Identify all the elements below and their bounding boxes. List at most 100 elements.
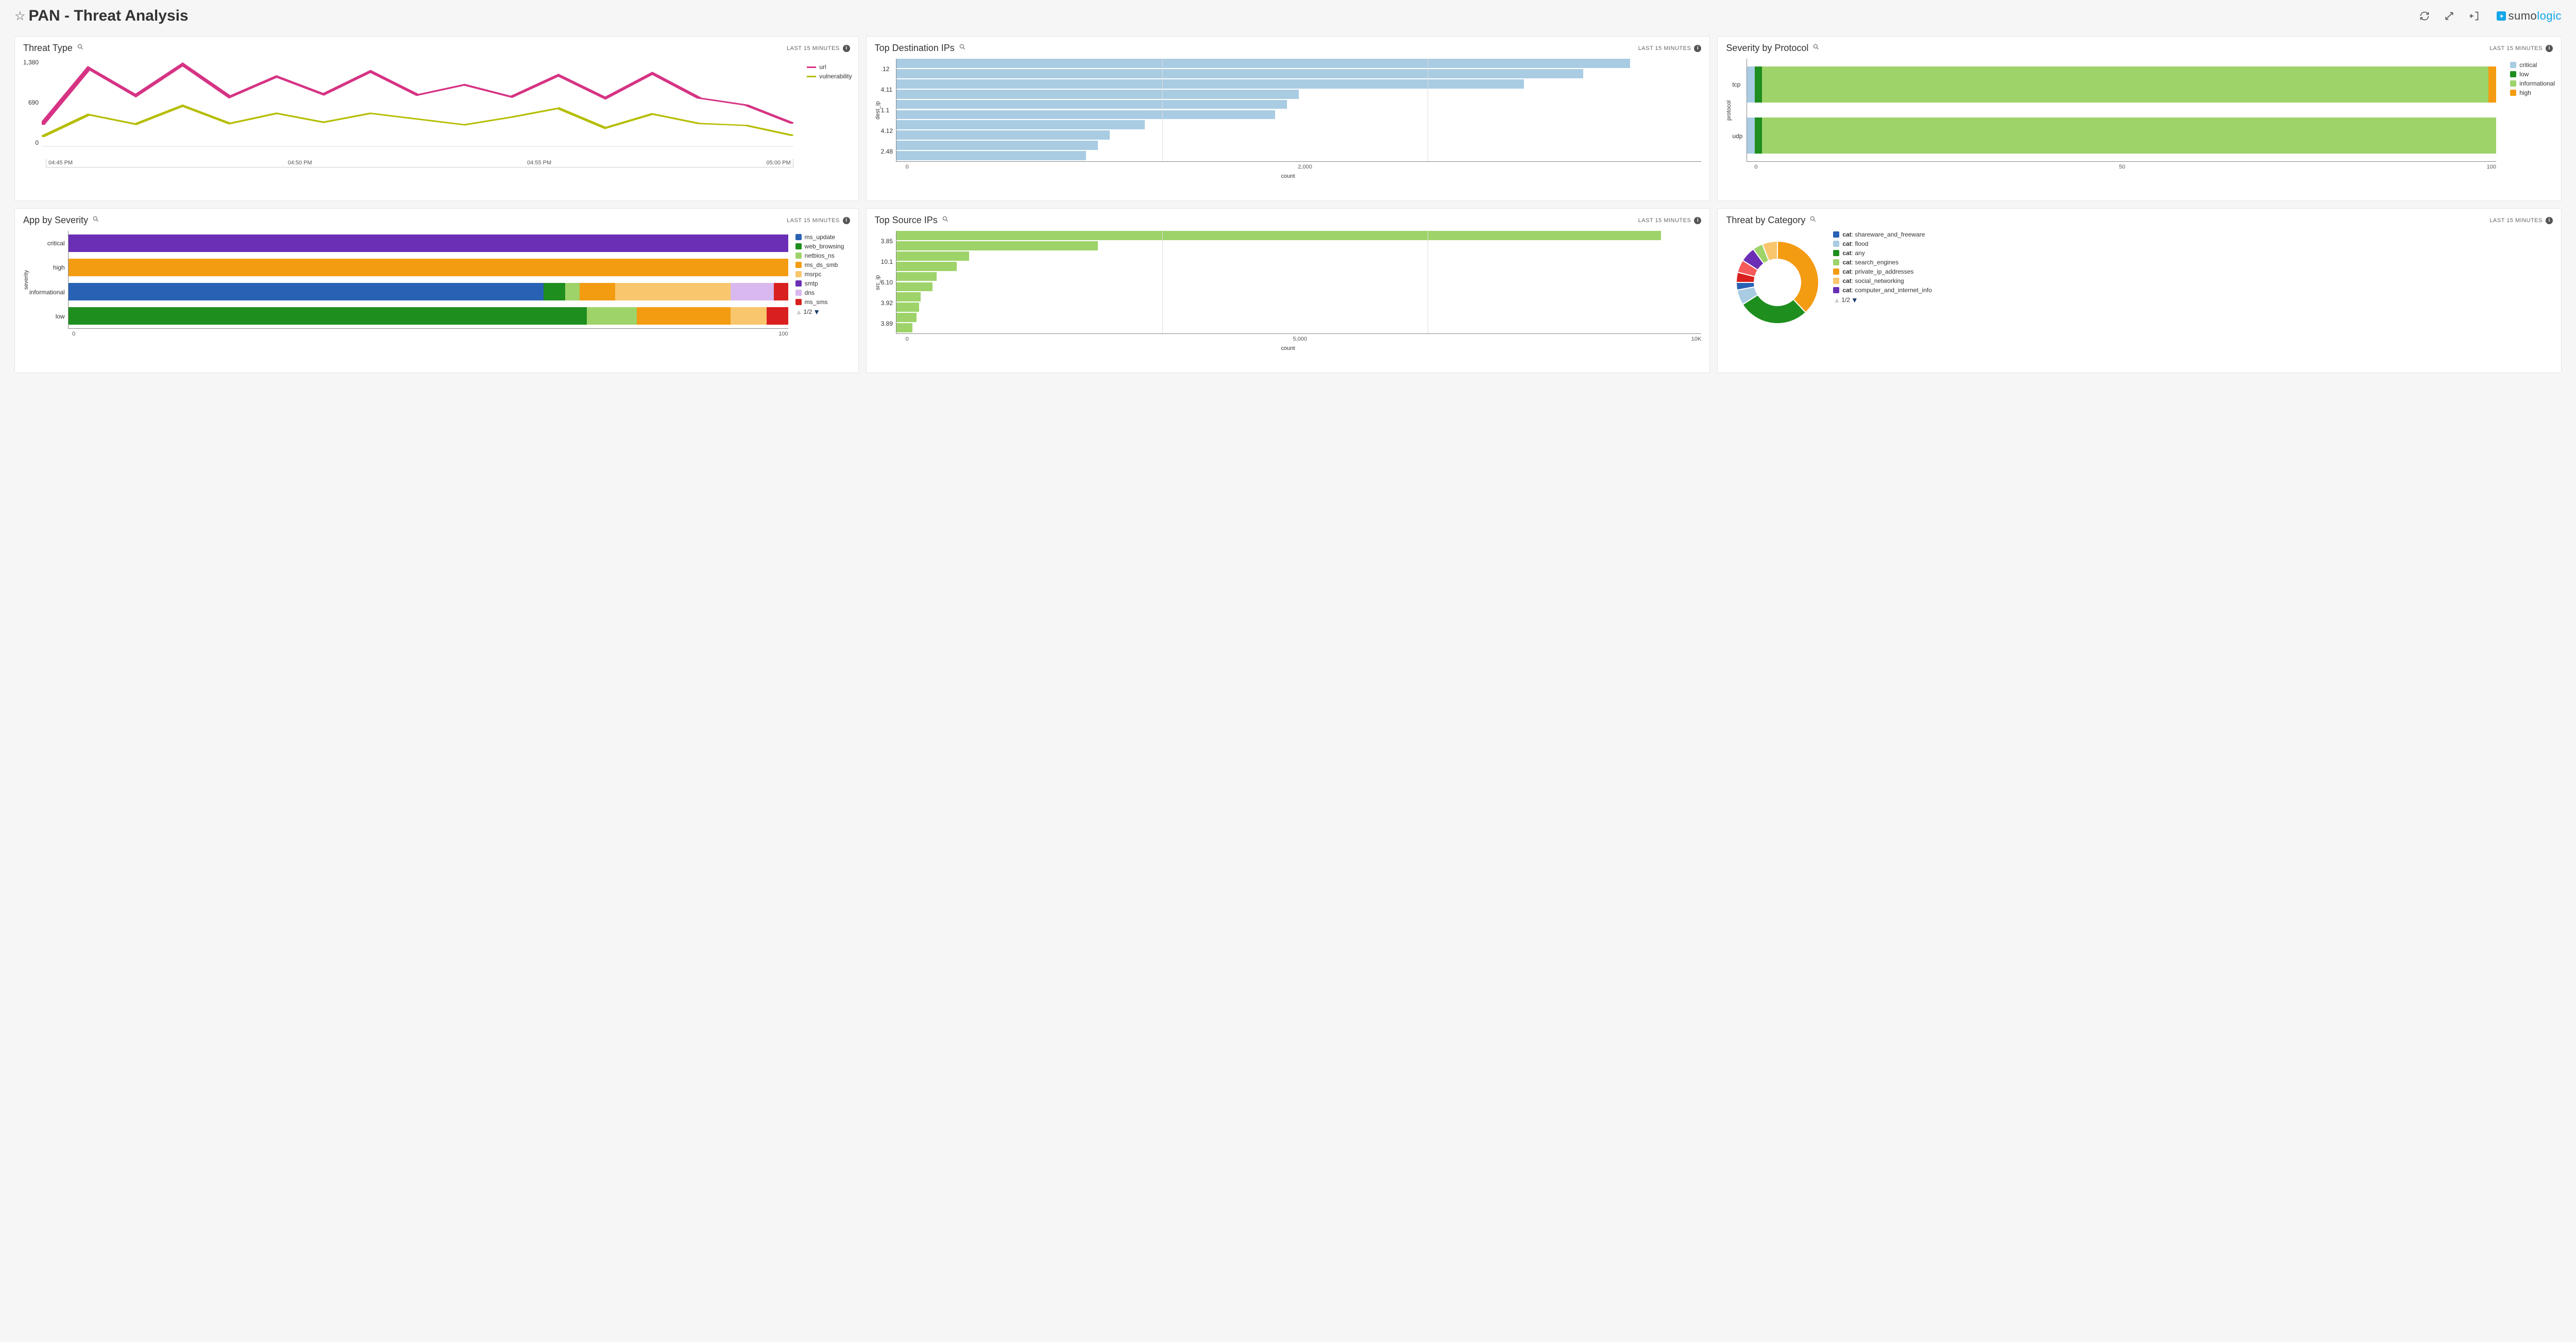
y-axis-label: protocol — [1726, 59, 1732, 162]
bar-segment — [69, 234, 788, 252]
pager-prev-icon[interactable]: ▲ — [1833, 296, 1840, 304]
xtick: 04:50 PM — [288, 160, 312, 166]
time-range: LAST 15 MINUTES — [787, 45, 840, 52]
pager-text: 1/2 — [1841, 296, 1850, 304]
x-axis-label: count — [875, 345, 1702, 351]
info-icon[interactable]: i — [2546, 45, 2553, 52]
ytick: udp — [1732, 132, 1742, 140]
legend-label: cat: private_ip_addresses — [1842, 268, 1913, 275]
info-icon[interactable]: i — [843, 45, 850, 52]
bar-segment — [774, 283, 788, 300]
search-icon[interactable] — [942, 215, 949, 225]
bar — [896, 110, 1275, 120]
bar — [896, 303, 919, 312]
bar — [896, 69, 1583, 78]
info-icon[interactable]: i — [843, 217, 850, 224]
ytick: 2.48 — [881, 148, 893, 155]
panel-top-source-ips: Top Source IPs LAST 15 MINUTES i src_ip … — [866, 208, 1710, 373]
bar-segment — [637, 307, 731, 325]
bar — [896, 90, 1299, 99]
info-icon[interactable]: i — [2546, 217, 2553, 224]
legend-url: url — [819, 63, 826, 71]
bar-segment — [69, 307, 587, 325]
bar — [896, 292, 921, 301]
legend-item: netbios_ns — [805, 252, 835, 259]
bar-segment — [544, 283, 565, 300]
ytick: critical — [29, 240, 65, 247]
y-axis-label: severity — [23, 231, 29, 329]
expand-icon[interactable] — [2444, 11, 2454, 21]
share-icon[interactable] — [2469, 11, 2479, 21]
legend: critical low informational high — [2510, 61, 2555, 98]
panel-severity-by-protocol: Severity by Protocol LAST 15 MINUTES i c… — [1717, 36, 2562, 201]
legend-label: cat: flood — [1842, 240, 1868, 247]
bar-segment — [580, 283, 616, 300]
info-icon[interactable]: i — [1694, 217, 1701, 224]
dashboard-header: ☆ PAN - Threat Analysis + sumologic — [0, 0, 2576, 29]
xtick: 50 — [2119, 164, 2125, 170]
pager-prev-icon[interactable]: ▲ — [795, 308, 803, 316]
legend-label: cat: computer_and_internet_info — [1842, 287, 1931, 294]
refresh-icon[interactable] — [2419, 11, 2430, 21]
ytick: 1,380 — [23, 59, 39, 66]
search-icon[interactable] — [1812, 43, 1820, 53]
legend-item: ms_ds_smb — [805, 261, 838, 269]
bar-segment — [69, 259, 788, 276]
bar-segment — [1755, 118, 1762, 154]
legend-item: dns — [805, 289, 815, 296]
legend-item: ms_sms — [805, 298, 828, 306]
legend: ms_update web_browsing netbios_ns ms_ds_… — [795, 233, 852, 316]
legend-item: web_browsing — [805, 243, 844, 250]
bar — [896, 231, 1661, 240]
bar-segment — [587, 307, 637, 325]
bar-segment — [69, 283, 544, 300]
bar — [896, 59, 1630, 68]
ytick: 4.11 — [881, 86, 893, 93]
search-icon[interactable] — [1809, 215, 1817, 225]
bar — [896, 130, 1110, 140]
legend-vulnerability: vulnerability — [819, 73, 852, 80]
ytick: informational — [29, 289, 65, 296]
time-range: LAST 15 MINUTES — [1638, 45, 1691, 52]
xtick: 100 — [2487, 164, 2496, 170]
ytick: tcp — [1732, 81, 1742, 88]
legend-label: cat: any — [1842, 249, 1865, 257]
stacked-bar-chart — [68, 231, 788, 329]
panel-app-by-severity: App by Severity LAST 15 MINUTES i ms_upd… — [14, 208, 859, 373]
panel-title: Threat Type — [23, 43, 73, 54]
bar — [896, 141, 1098, 150]
search-icon[interactable] — [959, 43, 966, 53]
legend-label: cat: search_engines — [1842, 259, 1899, 266]
panel-threat-type: Threat Type LAST 15 MINUTES i url vulner… — [14, 36, 859, 201]
legend-swatch — [1833, 278, 1839, 284]
pager-next-icon[interactable]: ▼ — [813, 308, 820, 316]
xtick: 04:45 PM — [48, 160, 73, 166]
legend-swatch — [1833, 231, 1839, 238]
legend-pager: ▲1/2▼ — [1833, 296, 2553, 304]
search-icon[interactable] — [77, 43, 84, 53]
legend-item: msrpc — [805, 271, 822, 278]
panel-title: Severity by Protocol — [1726, 43, 1808, 54]
bar-segment — [1762, 66, 2488, 103]
ytick: 3.85 — [881, 238, 893, 245]
bar — [896, 262, 957, 271]
search-icon[interactable] — [92, 215, 99, 225]
xtick: 0 — [906, 164, 909, 170]
legend-label: cat: shareware_and_freeware — [1842, 231, 1925, 238]
bar-segment — [615, 283, 731, 300]
pager-next-icon[interactable]: ▼ — [1851, 296, 1858, 304]
star-icon[interactable]: ☆ — [14, 9, 26, 24]
ytick: low — [29, 313, 65, 320]
legend-item: smtp — [805, 280, 818, 287]
legend-item: cat: private_ip_addresses — [1833, 268, 2553, 275]
time-range: LAST 15 MINUTES — [2489, 217, 2543, 224]
bar-chart — [896, 59, 1701, 162]
legend: cat: shareware_and_freeware cat: flood cat… — [1829, 231, 2553, 334]
y-axis-label: src_ip — [875, 231, 881, 334]
legend-item: cat: shareware_and_freeware — [1833, 231, 2553, 238]
legend-item: ms_update — [805, 233, 835, 241]
donut-chart — [1726, 231, 1829, 334]
bar-segment — [731, 283, 774, 300]
bar — [896, 151, 1086, 160]
info-icon[interactable]: i — [1694, 45, 1701, 52]
